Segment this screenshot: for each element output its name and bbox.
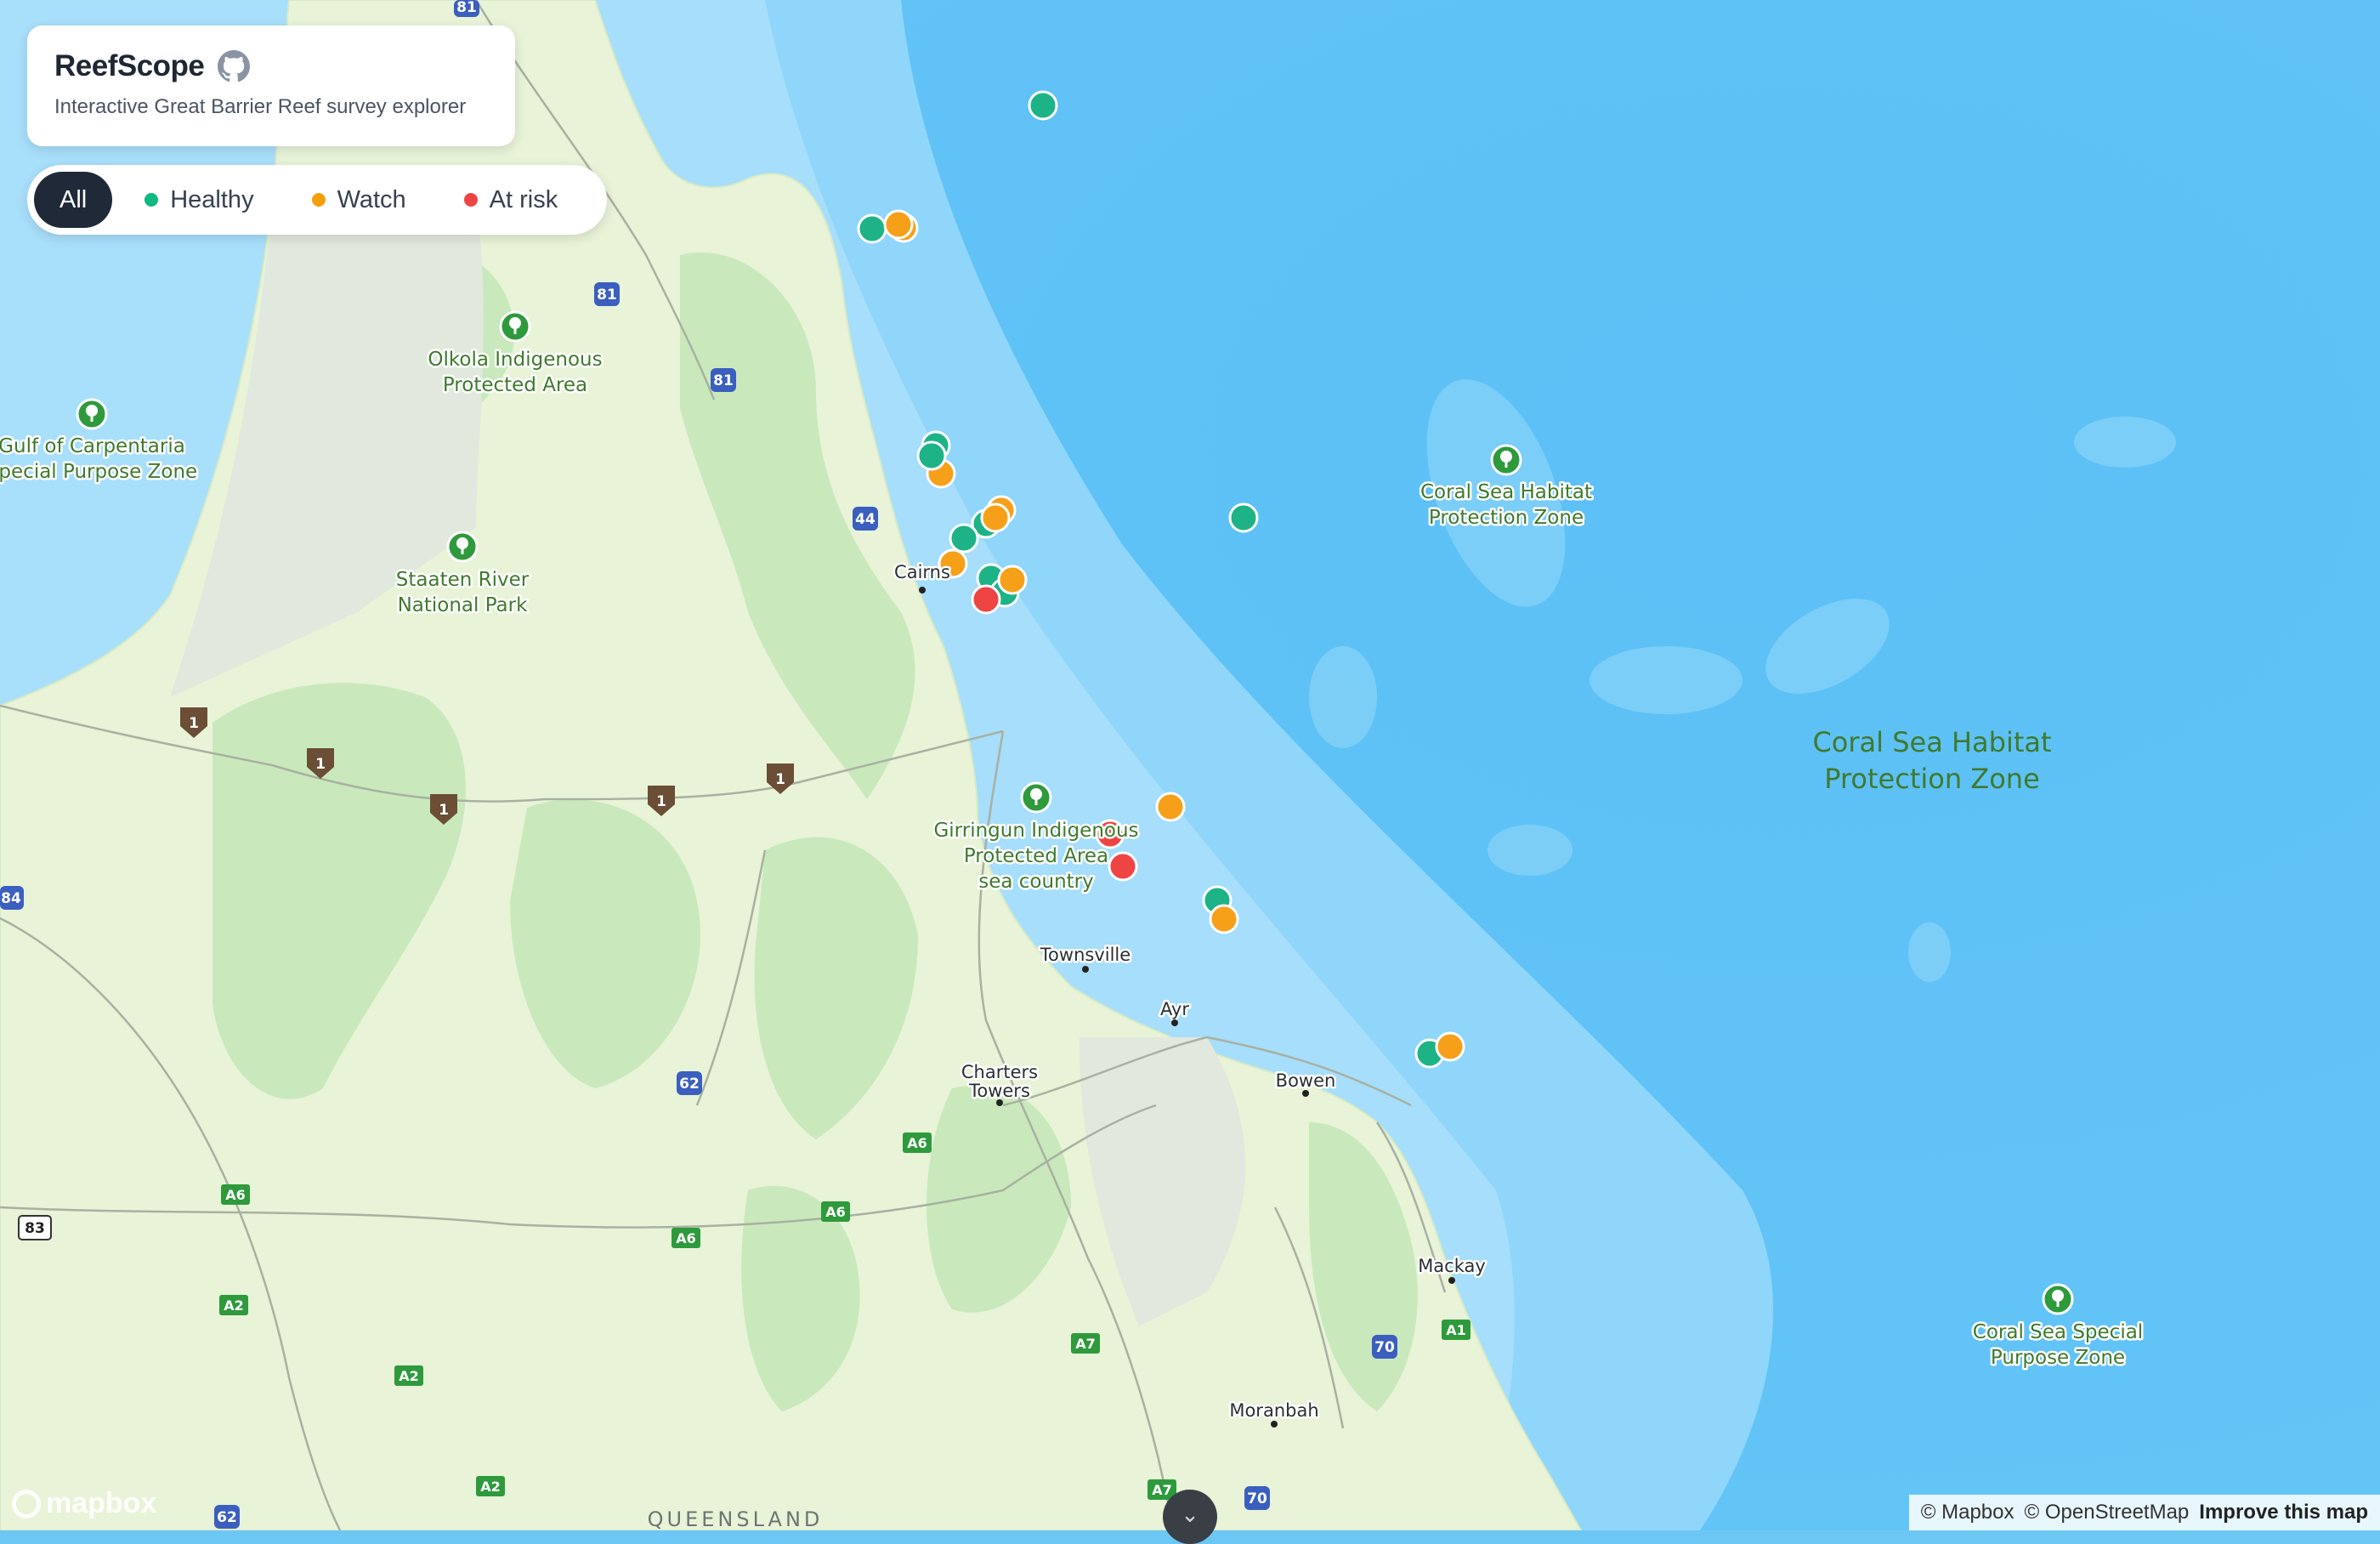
svg-text:A2: A2	[224, 1297, 244, 1314]
road-shield-84: 84	[0, 886, 24, 910]
reef-marker-healthy[interactable]	[1228, 502, 1259, 533]
svg-text:A2: A2	[480, 1479, 501, 1495]
road-shield-a2: A2	[219, 1295, 248, 1315]
svg-text:A7: A7	[1152, 1482, 1172, 1498]
reef-marker-healthy[interactable]	[857, 213, 887, 244]
park-icon	[1490, 444, 1522, 476]
road-shield-62: 62	[214, 1505, 240, 1529]
road-shield-a2: A2	[476, 1476, 505, 1496]
svg-text:1: 1	[439, 802, 449, 819]
svg-text:A7: A7	[1075, 1336, 1096, 1352]
at-risk-dot-icon	[463, 193, 478, 207]
filter-watch-button[interactable]: Watch	[286, 172, 432, 228]
attribution-osm-link[interactable]: © OpenStreetMap	[2025, 1501, 2190, 1524]
svg-text:70: 70	[1374, 1339, 1395, 1356]
svg-text:A6: A6	[225, 1187, 246, 1203]
app-title: ReefScope	[54, 49, 205, 82]
improve-map-link[interactable]: Improve this map	[2199, 1501, 2368, 1524]
mapbox-logo[interactable]: mapbox	[12, 1487, 156, 1520]
github-icon[interactable]	[218, 50, 251, 82]
town-dot	[1082, 966, 1089, 973]
road-shield-a7: A7	[1071, 1333, 1100, 1354]
road-shield-62: 62	[677, 1071, 702, 1095]
road-shield-81: 81	[454, 0, 479, 17]
filter-at-risk-button[interactable]: At risk	[439, 172, 584, 228]
town-dot	[919, 587, 926, 593]
svg-text:70: 70	[1247, 1490, 1267, 1507]
label-ayr: Ayr	[1160, 999, 1189, 1019]
reef-marker-watch[interactable]	[997, 565, 1028, 595]
town-dot	[1448, 1277, 1455, 1284]
reef-marker-watch[interactable]	[1155, 792, 1186, 822]
road-shield-a6: A6	[821, 1201, 850, 1222]
road-shield-81: 81	[594, 282, 620, 306]
svg-text:A2: A2	[399, 1368, 419, 1384]
filter-healthy-button[interactable]: Healthy	[119, 172, 279, 228]
reef-marker-at-risk[interactable]	[971, 584, 1001, 615]
reef-marker-watch[interactable]	[1209, 904, 1239, 934]
svg-text:84: 84	[1, 890, 21, 907]
reef-marker-healthy[interactable]	[1028, 90, 1058, 121]
status-filter-bar: All Healthy Watch At risk	[27, 165, 607, 235]
svg-text:1: 1	[189, 715, 199, 732]
road-shield-83: 83	[18, 1215, 52, 1240]
road-shield-70: 70	[1244, 1486, 1270, 1510]
park-icon	[2042, 1283, 2074, 1315]
svg-text:1: 1	[775, 771, 785, 788]
road-shield-a6: A6	[903, 1132, 932, 1153]
svg-text:A6: A6	[676, 1230, 696, 1246]
svg-text:A6: A6	[825, 1204, 846, 1220]
label-townsville: Townsville	[1040, 945, 1130, 965]
town-dot	[996, 1099, 1003, 1106]
svg-text:62: 62	[679, 1076, 700, 1093]
park-icon	[499, 310, 531, 343]
road-shield-70: 70	[1372, 1335, 1397, 1359]
park-icon	[446, 531, 479, 563]
svg-text:62: 62	[217, 1509, 237, 1526]
reef-marker-at-risk[interactable]	[1108, 851, 1138, 882]
svg-text:1: 1	[656, 793, 666, 810]
road-shield-a2: A2	[394, 1365, 423, 1386]
town-dot	[1302, 1090, 1309, 1097]
label-charters-towers: Charters Towers	[961, 1062, 1038, 1101]
label-cairns: Cairns	[894, 562, 950, 582]
svg-text:83: 83	[25, 1220, 45, 1237]
road-shield-a1: A1	[1442, 1320, 1470, 1340]
park-icon	[1020, 781, 1052, 814]
map-attribution: © Mapbox © OpenStreetMap Improve this ma…	[1908, 1495, 2380, 1530]
svg-text:81: 81	[456, 0, 477, 16]
svg-text:A1: A1	[1446, 1322, 1466, 1338]
svg-text:A6: A6	[907, 1135, 927, 1151]
svg-text:44: 44	[855, 511, 876, 528]
healthy-dot-icon	[144, 193, 159, 207]
label-bowen: Bowen	[1276, 1070, 1336, 1091]
road-shield-a6: A6	[672, 1228, 700, 1248]
reef-marker-watch[interactable]	[980, 502, 1011, 533]
svg-text:1: 1	[315, 756, 326, 773]
mapbox-logo-icon	[12, 1489, 41, 1518]
label-queensland: QUEENSLAND	[648, 1507, 824, 1530]
road-shield-81: 81	[711, 368, 736, 392]
reef-marker-healthy[interactable]	[916, 440, 947, 471]
expand-panel-button[interactable]: ⌄	[1163, 1490, 1217, 1544]
app-header-card: ReefScope Interactive Great Barrier Reef…	[27, 26, 515, 146]
town-dot	[1171, 1019, 1178, 1026]
road-shield-a6: A6	[221, 1184, 250, 1205]
label-mackay: Mackay	[1418, 1256, 1486, 1276]
svg-text:81: 81	[597, 287, 617, 304]
park-icon	[76, 398, 108, 430]
filter-all-button[interactable]: All	[34, 172, 113, 228]
reef-marker-watch[interactable]	[883, 209, 914, 240]
watch-dot-icon	[311, 193, 326, 207]
label-moranbah: Moranbah	[1229, 1400, 1318, 1421]
chevron-down-icon: ⌄	[1181, 1501, 1199, 1527]
svg-text:81: 81	[713, 372, 734, 389]
road-shield-44: 44	[853, 507, 878, 531]
attribution-mapbox-link[interactable]: © Mapbox	[1921, 1501, 2014, 1524]
town-dot	[1271, 1421, 1278, 1428]
reef-marker-healthy[interactable]	[949, 523, 979, 553]
app-subtitle: Interactive Great Barrier Reef survey ex…	[54, 95, 467, 118]
reef-marker-watch[interactable]	[1435, 1031, 1465, 1062]
